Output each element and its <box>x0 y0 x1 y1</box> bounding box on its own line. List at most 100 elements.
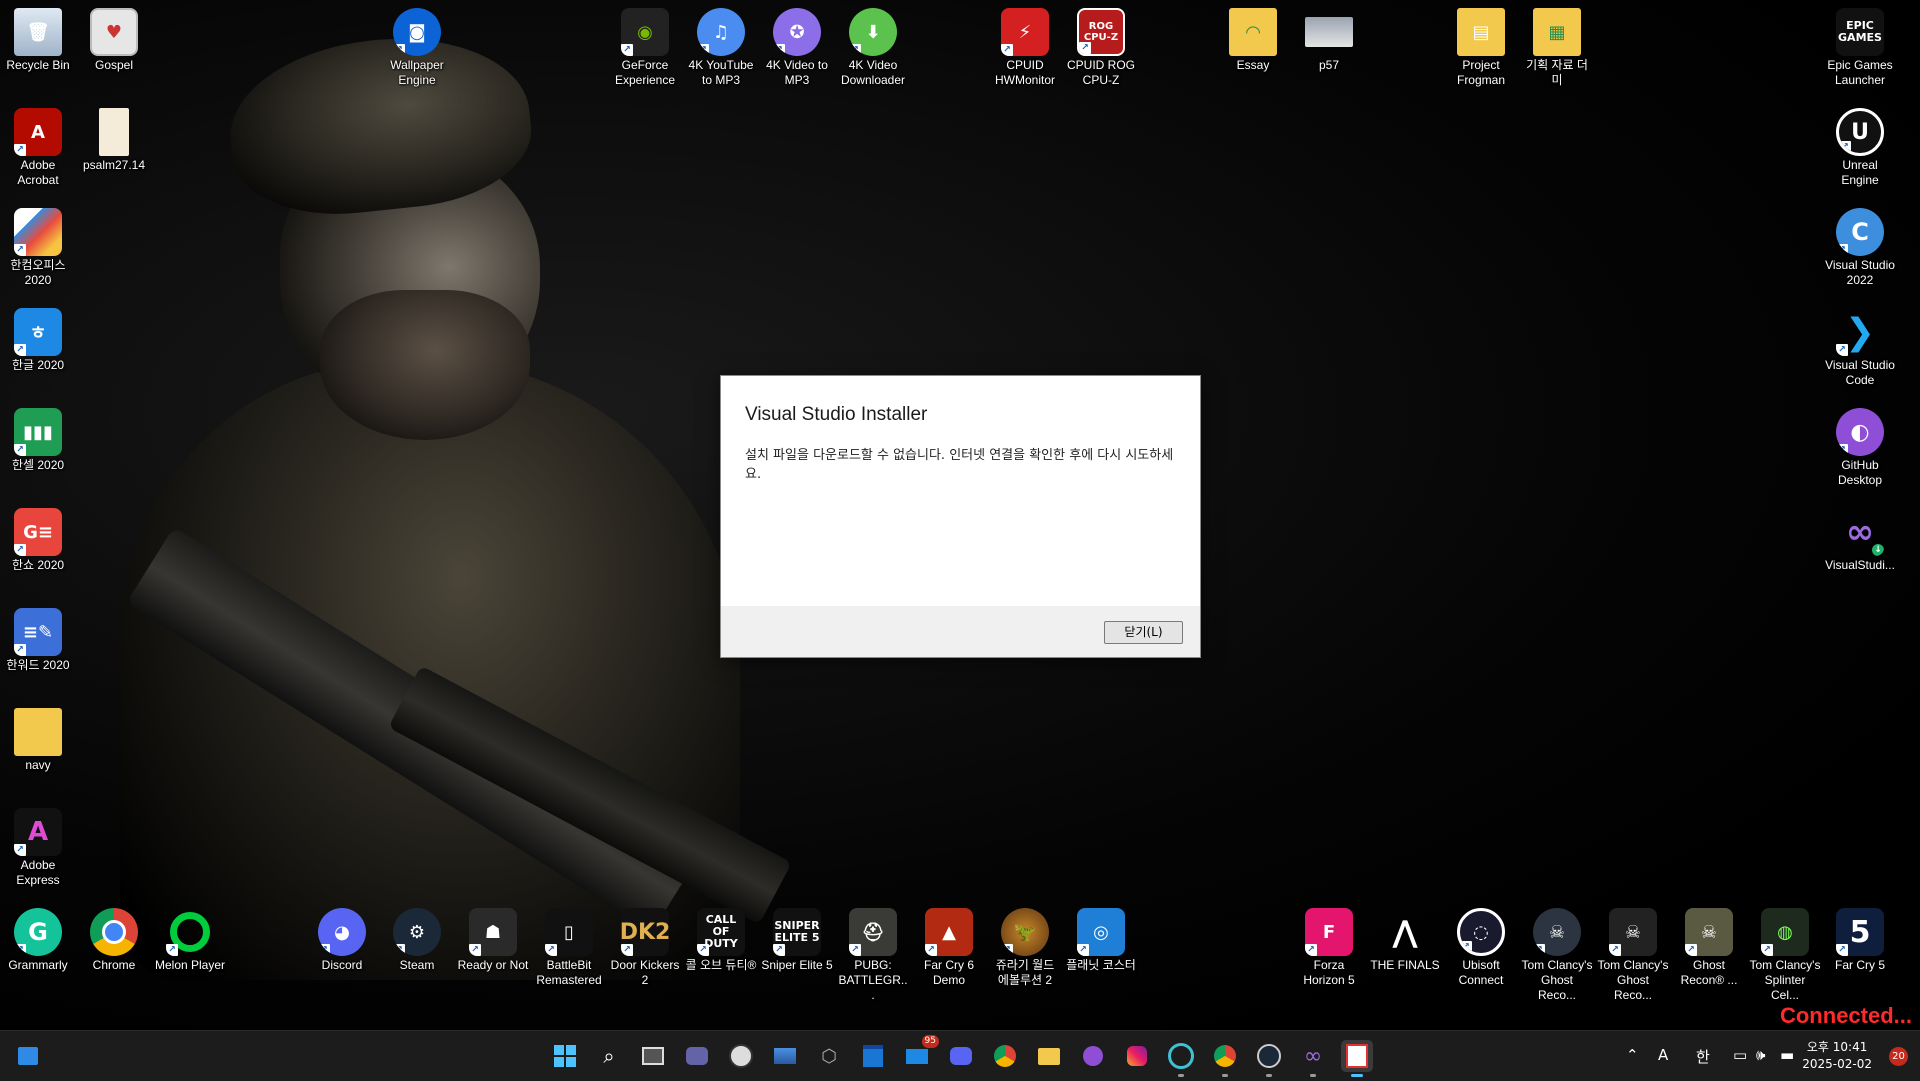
desktop-icon-hwmonitor[interactable]: ⚡ ↗ CPUID HWMonitor <box>989 8 1061 88</box>
taskbar-clock-app[interactable] <box>725 1040 757 1072</box>
desktop-icon-github[interactable]: ◐ ↗ GitHub Desktop <box>1824 408 1896 488</box>
taskbar-steam[interactable] <box>1253 1040 1285 1077</box>
steam-icon: ⚙ ↗ <box>393 908 441 956</box>
battery-button[interactable]: ▬ <box>1780 1046 1794 1064</box>
taskbar-photo-app[interactable] <box>769 1040 801 1072</box>
close-button[interactable]: 닫기(L) <box>1104 621 1183 644</box>
desktop-icon-chrome[interactable]: Chrome <box>78 908 150 973</box>
desktop-icon-discord[interactable]: ◕ ↗ Discord <box>306 908 378 973</box>
desktop-icon-farcry5[interactable]: 5 ↗ Far Cry 5 <box>1824 908 1896 973</box>
desktop-icon-hancell[interactable]: ▮▮▮ ↗ 한셀 2020 <box>2 408 74 473</box>
desktop-icon-ubisoft[interactable]: ◌ ↗ Ubisoft Connect <box>1445 908 1517 988</box>
taskbar-mail[interactable]: 95 <box>901 1035 939 1072</box>
ime-language-indicator[interactable]: 한 <box>1696 1046 1710 1067</box>
taskbar-wallpaper-engine[interactable] <box>1165 1040 1197 1077</box>
desktop-icon-ghost-recon-3[interactable]: ☠ ↗ Ghost Recon® ... <box>1673 908 1745 988</box>
desktop-icon-wallpaper-engine[interactable]: ◙ ↗ Wallpaper Engine <box>381 8 453 88</box>
icon-label: THE FINALS <box>1370 958 1440 972</box>
running-indicator <box>1222 1074 1228 1077</box>
search-button[interactable]: ⌕ <box>593 1040 625 1072</box>
taskbar-active-app[interactable] <box>1341 1040 1373 1077</box>
desktop-icon-vs2022[interactable]: C ↗ Visual Studio 2022 <box>1824 208 1896 288</box>
desktop-icon-vs-installer[interactable]: ∞ ↓ VisualStudi... <box>1824 508 1896 573</box>
desktop-icon-finals[interactable]: ⋀ THE FINALS <box>1369 908 1441 973</box>
desktop-icon-battlebit[interactable]: ▯ ↗ BattleBit Remastered <box>533 908 605 988</box>
taskbar-visual-studio-installer[interactable]: ∞ <box>1297 1040 1329 1077</box>
clock-button[interactable]: 오후 10:41 2025-02-02 <box>1802 1039 1872 1073</box>
desktop-icon-melon[interactable]: ↗ Melon Player <box>154 908 226 973</box>
desktop-icon-cpuz[interactable]: ROG CPU-Z ↗ CPUID ROG CPU-Z <box>1065 8 1137 88</box>
battery-icon: ▬ <box>1780 1046 1795 1064</box>
desktop-icon-planning[interactable]: ▦ 기획 자료 더미 <box>1521 8 1593 88</box>
desktop-icon-door-kickers[interactable]: DK2 ↗ Door Kickers 2 <box>609 908 681 988</box>
sniper-elite-icon: SNIPER ELITE 5 ↗ <box>773 908 821 956</box>
task-view-button[interactable] <box>637 1040 669 1072</box>
epic-icon-text: EPIC GAMES <box>1838 19 1882 44</box>
taskbar-unity[interactable]: ⬡ <box>813 1040 845 1072</box>
desktop-icon-ready-or-not[interactable]: ☗ ↗ Ready or Not <box>457 908 529 973</box>
desktop-icon-navy[interactable]: navy <box>2 708 74 773</box>
desktop-icon-recycle-bin[interactable]: 🗑 Recycle Bin <box>2 8 74 73</box>
desktop-icon-splinter-cell[interactable]: ◍ ↗ Tom Clancy's Splinter Cel... <box>1749 908 1821 1003</box>
volume-button[interactable]: 🕪 <box>1756 1046 1765 1064</box>
desktop-icon-grammarly[interactable]: G ↗ Grammarly <box>2 908 74 973</box>
desktop-icon-hanshow[interactable]: G≡ ↗ 한쇼 2020 <box>2 508 74 573</box>
door-kickers-icon: DK2 ↗ <box>621 908 669 956</box>
desktop-icon-acrobat[interactable]: A ↗ Adobe Acrobat <box>2 108 74 188</box>
icon-label: 4K Video to MP3 <box>766 58 828 87</box>
desktop-icon-farcry6[interactable]: ▲ ↗ Far Cry 6 Demo <box>913 908 985 988</box>
desktop-icon-essay[interactable]: ◠ Essay <box>1217 8 1289 73</box>
desktop-icon-ghost-recon-1[interactable]: ☠ ↗ Tom Clancy's Ghost Reco... <box>1521 908 1593 1003</box>
taskbar-chrome[interactable] <box>989 1040 1021 1072</box>
desktop-icon-4k-yt-mp3[interactable]: ♫ ↗ 4K YouTube to MP3 <box>685 8 757 88</box>
calendar-icon <box>863 1045 883 1067</box>
desktop-icon-pubg[interactable]: ⛑ ↗ PUBG: BATTLEGR... <box>837 908 909 1003</box>
desktop-icon-sniper-elite[interactable]: SNIPER ELITE 5 ↗ Sniper Elite 5 <box>761 908 833 973</box>
taskbar-file-explorer[interactable] <box>1033 1040 1065 1072</box>
desktop-icon-forza[interactable]: F ↗ Forza Horizon 5 <box>1293 908 1365 988</box>
taskbar-teams[interactable] <box>681 1040 713 1072</box>
taskbar-github[interactable] <box>1077 1040 1109 1072</box>
icon-label: 한컴오피스 2020 <box>10 258 66 287</box>
desktop-icon-vscode[interactable]: ❯ ↗ Visual Studio Code <box>1824 308 1896 388</box>
desktop-icon-gospel[interactable]: ♥ Gospel <box>78 8 150 73</box>
search-icon: ⌕ <box>603 1044 615 1068</box>
icon-label: Grammarly <box>8 958 68 972</box>
desktop-icon-planet-coaster[interactable]: ◎ ↗ 플래닛 코스터 <box>1065 908 1137 973</box>
show-hidden-icons-button[interactable]: ⌃ <box>1626 1046 1639 1064</box>
desktop-icon-4k-video-mp3[interactable]: ✪ ↗ 4K Video to MP3 <box>761 8 833 88</box>
start-button[interactable] <box>549 1040 581 1072</box>
teams-chat-icon <box>686 1047 708 1065</box>
desktop-icon-adobe-express[interactable]: A ↗ Adobe Express <box>2 808 74 888</box>
notification-badge[interactable]: 20 <box>1889 1047 1908 1066</box>
desktop-icon-hangul[interactable]: ㅎ ↗ 한글 2020 <box>2 308 74 373</box>
desktop-icon-epic[interactable]: EPIC GAMES Epic Games Launcher <box>1824 8 1896 88</box>
show-widgets-button[interactable] <box>12 1040 44 1072</box>
chrome-icon <box>994 1045 1016 1067</box>
taskbar-discord[interactable] <box>945 1040 977 1072</box>
taskbar-instagram[interactable] <box>1121 1040 1153 1072</box>
running-indicator <box>1310 1074 1316 1077</box>
dk2-icon-text: DK2 <box>621 919 669 945</box>
desktop-icon-4k-video-downloader[interactable]: ⬇ ↗ 4K Video Downloader <box>837 8 909 88</box>
ime-mode-indicator[interactable]: A <box>1658 1046 1668 1064</box>
icon-label: Unreal Engine <box>1841 158 1879 187</box>
desktop-icon-psalm[interactable]: psalm27.14 <box>78 108 150 173</box>
desktop-icon-hancom-office[interactable]: ↗ 한컴오피스 2020 <box>2 208 74 288</box>
desktop-icon-frogman[interactable]: ▤ Project Frogman <box>1445 8 1517 88</box>
desktop-icon-unreal[interactable]: U ↗ Unreal Engine <box>1824 108 1896 188</box>
folder-icon: ▦ <box>1533 8 1581 56</box>
desktop-icon-cod[interactable]: CALL OF DUTY ↗ 콜 오브 듀티® <box>685 908 757 973</box>
ghost-recon-icon: ☠ ↗ <box>1685 908 1733 956</box>
network-button[interactable]: ▭ <box>1733 1046 1747 1064</box>
clock-date: 2025-02-02 <box>1802 1057 1872 1071</box>
taskbar-calendar[interactable] <box>857 1040 889 1072</box>
desktop-icon-geforce[interactable]: ◉ ↗ GeForce Experience <box>609 8 681 88</box>
desktop-icon-p57[interactable]: p57 <box>1293 8 1365 73</box>
icon-label: BattleBit Remastered <box>536 958 602 987</box>
desktop-icon-hanword[interactable]: ≡✎ ↗ 한워드 2020 <box>2 608 74 673</box>
taskbar-chrome-profile[interactable] <box>1209 1040 1241 1077</box>
desktop-icon-jurassic[interactable]: 🦖 ↗ 쥬라기 월드 에볼루션 2 <box>989 908 1061 988</box>
desktop-icon-steam[interactable]: ⚙ ↗ Steam <box>381 908 453 973</box>
desktop-icon-ghost-recon-2[interactable]: ☠ ↗ Tom Clancy's Ghost Reco... <box>1597 908 1669 1003</box>
